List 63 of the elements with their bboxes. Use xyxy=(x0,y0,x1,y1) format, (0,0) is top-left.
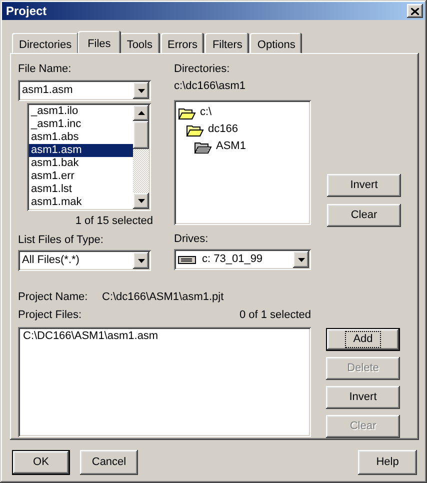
close-button[interactable] xyxy=(407,4,423,18)
dropdown-button[interactable] xyxy=(133,252,149,269)
list-item[interactable]: asm1.abs xyxy=(29,131,133,144)
help-button[interactable]: Help xyxy=(358,450,417,475)
list-item[interactable]: asm1.mak xyxy=(29,196,133,209)
caret-icon xyxy=(298,258,304,262)
list-item[interactable]: asm1.asm xyxy=(29,144,133,157)
list-item[interactable]: _asm1.ilo xyxy=(29,105,133,118)
tree-item[interactable]: ASM1 xyxy=(178,138,307,155)
tree-item[interactable]: dc166 xyxy=(178,121,307,138)
directory-tree[interactable]: c:\ dc166 ASM1 xyxy=(174,100,311,225)
close-icon xyxy=(411,8,419,14)
selection-count: 1 of 15 selected xyxy=(74,215,153,228)
field-label: List Files of Type: xyxy=(18,234,104,247)
button[interactable]: OK xyxy=(12,450,70,475)
tab[interactable]: Options xyxy=(250,33,302,53)
scroll-down-button[interactable] xyxy=(133,193,149,209)
field-label: File Name: xyxy=(18,63,72,76)
caret-icon xyxy=(138,258,144,262)
list-item[interactable]: C:\DC166\ASM1\asm1.asm xyxy=(21,330,308,343)
folder-icon xyxy=(194,140,212,154)
folder-icon xyxy=(178,106,196,120)
field-label: Drives: xyxy=(174,233,210,246)
dropdown-field[interactable]: asm1.asm xyxy=(18,80,151,101)
tab[interactable]: Filters xyxy=(205,33,250,53)
list-item[interactable]: asm1.bak xyxy=(29,157,133,170)
caret-icon xyxy=(138,88,144,92)
caret-icon xyxy=(138,199,144,203)
project-file-list[interactable]: C:\DC166\ASM1\asm1.asm xyxy=(18,327,311,437)
project-path: C:\dc166\ASM1\asm1.pjt xyxy=(102,291,224,304)
dropdown-field[interactable]: All Files(*.*) xyxy=(18,250,151,271)
list-item[interactable]: _asm1.inc xyxy=(29,118,133,131)
file-list[interactable]: _asm1.ilo _asm1.inc asm1.abs asm1.asm asm1.bak asm1.err asm1.lst asm1.mak xyxy=(27,103,151,211)
button[interactable]: Invert xyxy=(326,386,400,409)
list-item[interactable]: asm1.lst xyxy=(29,183,133,196)
field-label: Project Name: xyxy=(18,291,89,304)
caret-icon xyxy=(138,111,144,115)
window-title: Project xyxy=(6,4,47,18)
scroll-up-button[interactable] xyxy=(133,105,149,121)
tree-item[interactable]: c:\ xyxy=(178,104,307,121)
folder-name: c:\ xyxy=(200,106,212,119)
tab[interactable]: Tools xyxy=(120,33,160,53)
button[interactable]: Invert xyxy=(327,174,401,197)
directory-path: c:\dc166\asm1 xyxy=(174,80,247,94)
scrollbar[interactable] xyxy=(133,105,149,209)
folder-icon xyxy=(186,122,204,136)
field-label: Project Files: xyxy=(18,309,82,322)
folder-name: ASM1 xyxy=(216,140,246,153)
list-item[interactable]: asm1.err xyxy=(29,170,133,183)
folder-name: dc166 xyxy=(208,123,238,136)
dropdown-button[interactable] xyxy=(293,251,309,268)
button[interactable]: Cancel xyxy=(80,450,138,475)
tab[interactable]: Files xyxy=(78,31,121,53)
button[interactable]: Add xyxy=(326,328,400,351)
dropdown-button[interactable] xyxy=(133,82,149,99)
tab[interactable]: Directories xyxy=(12,33,79,53)
field-label: Directories: xyxy=(174,63,231,76)
drive-icon xyxy=(178,256,196,264)
button[interactable]: Clear xyxy=(327,204,401,227)
dropdown-field[interactable]: c: 73_01_99 xyxy=(174,249,311,270)
tab[interactable]: Errors xyxy=(160,33,204,53)
scrollbar-thumb[interactable] xyxy=(133,121,149,149)
selection-count: 0 of 1 selected xyxy=(239,309,311,322)
